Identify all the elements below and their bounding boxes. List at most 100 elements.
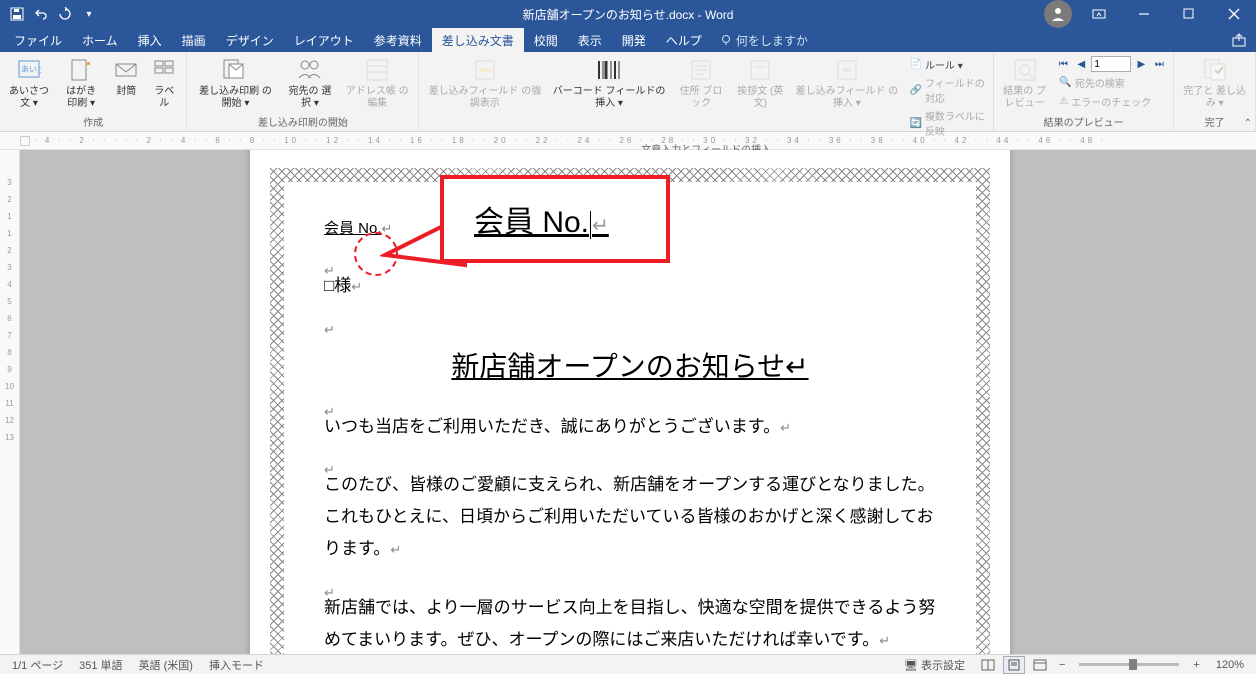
envelope-button[interactable]: 封筒 xyxy=(108,54,144,112)
document-area[interactable]: 32112345678910111213 会員 No.↵ ↵ □様↵ ↵ 新店舗… xyxy=(0,150,1256,654)
preview-icon xyxy=(1011,56,1039,84)
collapse-ribbon-icon[interactable]: ⌃ xyxy=(1244,118,1252,129)
qat-customize-icon[interactable]: ▾ xyxy=(78,3,100,25)
callout-text: 会員 No.↵ xyxy=(474,197,636,241)
status-insert-mode[interactable]: 挿入モード xyxy=(201,657,272,673)
annotation-callout-box: 会員 No.↵ xyxy=(440,175,670,263)
para1[interactable]: いつも当店をご利用いただき、誠にありがとうございます。 xyxy=(324,417,780,436)
status-bar: 1/1 ページ 351 単語 英語 (米国) 挿入モード 🖥 表示設定 − + … xyxy=(0,654,1256,674)
tab-design[interactable]: デザイン xyxy=(216,28,284,52)
print-layout-icon[interactable] xyxy=(1003,656,1025,674)
greeting-line-button: 挨拶文 (英文) xyxy=(732,54,788,139)
group-create-label: 作成 xyxy=(4,112,182,131)
group-finish-label: 完了 xyxy=(1178,112,1251,131)
insert-merge-field-button: 差し込みフィールド の挿入 ▾ xyxy=(790,54,903,139)
prev-record-icon[interactable]: ◀ xyxy=(1073,56,1089,72)
zoom-thumb[interactable] xyxy=(1129,659,1137,670)
web-layout-icon[interactable] xyxy=(1029,656,1051,674)
tab-insert[interactable]: 挿入 xyxy=(128,28,172,52)
tab-home[interactable]: ホーム xyxy=(72,28,128,52)
redo-icon[interactable] xyxy=(54,3,76,25)
para2[interactable]: このたび、皆様のご愛顧に支えられ、新店舗をオープンする運びとなりました。これもひ… xyxy=(324,475,935,559)
ruler-corner xyxy=(20,136,30,146)
title-bar: ▾ 新店舗オープンのお知らせ.docx - Word xyxy=(0,0,1256,28)
recipients-icon xyxy=(296,56,324,84)
tell-me-label: 何をしますか xyxy=(736,32,808,49)
highlight-fields-button: 差し込みフィールド の強調表示 xyxy=(423,54,546,139)
record-navigation: ⏮ ◀ ▶ ⏭ xyxy=(1055,56,1167,72)
envelope-icon xyxy=(112,56,140,84)
annotation-circle xyxy=(354,232,398,276)
tab-layout[interactable]: レイアウト xyxy=(284,28,364,52)
zoom-in-icon[interactable]: + xyxy=(1189,659,1203,671)
barcode-icon xyxy=(595,56,623,84)
share-button[interactable] xyxy=(1222,28,1256,52)
status-language[interactable]: 英語 (米国) xyxy=(131,657,201,673)
tab-view[interactable]: 表示 xyxy=(568,28,612,52)
address-block-button: 住所 ブロック xyxy=(672,54,731,139)
para3[interactable]: 新店舗では、より一層のサービス向上を目指し、快適な空間を提供できるよう努めてまい… xyxy=(324,598,935,649)
label-button[interactable]: ラベル xyxy=(146,54,182,112)
tab-mailings[interactable]: 差し込み文書 xyxy=(432,28,524,52)
tell-me-search[interactable]: 何をしますか xyxy=(720,28,808,52)
start-mail-merge-button[interactable]: 差し込み印刷 の開始 ▾ xyxy=(191,54,279,112)
start-mm-icon xyxy=(221,56,249,84)
first-record-icon[interactable]: ⏮ xyxy=(1055,56,1071,72)
display-icon: 🖥 xyxy=(904,660,918,672)
ribbon-tabs: ファイル ホーム 挿入 描画 デザイン レイアウト 参考資料 差し込み文書 校閲… xyxy=(0,28,1256,52)
read-mode-icon[interactable] xyxy=(977,656,999,674)
match-fields-button: 🔗フィールドの対応 xyxy=(905,74,988,106)
minimize-icon[interactable] xyxy=(1121,0,1166,28)
close-icon[interactable] xyxy=(1211,0,1256,28)
document-heading[interactable]: 新店舗オープンのお知らせ xyxy=(451,351,785,382)
tab-developer[interactable]: 開発 xyxy=(612,28,656,52)
vertical-ruler[interactable]: 32112345678910111213 xyxy=(0,150,20,654)
check-icon: ⚠ xyxy=(1059,96,1068,107)
barcode-field-button[interactable]: バーコード フィールドの挿入 ▾ xyxy=(548,54,669,139)
sama-text[interactable]: □様 xyxy=(324,276,351,295)
group-preview: 結果の プレビュー ⏮ ◀ ▶ ⏭ 🔍宛先の検索 ⚠エラーのチェック 結果のプレ… xyxy=(994,52,1174,131)
edit-recipient-list-button: アドレス帳 の編集 xyxy=(340,54,414,112)
rules-icon: 📄 xyxy=(909,59,921,70)
svg-text:あいさつ: あいさつ xyxy=(21,65,41,74)
lightbulb-icon xyxy=(720,34,732,46)
quick-access-toolbar: ▾ xyxy=(0,3,100,25)
maximize-icon[interactable] xyxy=(1166,0,1211,28)
next-record-icon[interactable]: ▶ xyxy=(1133,56,1149,72)
ribbon: あいさつあいさつ 文 ▾ はがき 印刷 ▾ 封筒 ラベル 作成 差し込み印刷 の… xyxy=(0,52,1256,132)
zoom-slider[interactable] xyxy=(1079,663,1179,666)
update-labels-icon: 🔄 xyxy=(909,118,921,129)
check-errors-button: ⚠エラーのチェック xyxy=(1055,93,1167,110)
address-block-icon xyxy=(687,56,715,84)
tab-help[interactable]: ヘルプ xyxy=(656,28,712,52)
undo-icon[interactable] xyxy=(30,3,52,25)
finish-merge-button: 完了と 差し込み ▾ xyxy=(1178,54,1251,112)
select-recipients-button[interactable]: 宛先の 選択 ▾ xyxy=(282,54,338,112)
preview-results-button: 結果の プレビュー xyxy=(998,54,1051,112)
find-recipient-button: 🔍宛先の検索 xyxy=(1055,74,1167,91)
greeting-line-icon xyxy=(746,56,774,84)
tab-review[interactable]: 校閲 xyxy=(524,28,568,52)
greeting-text-button[interactable]: あいさつあいさつ 文 ▾ xyxy=(4,54,54,112)
record-number-input[interactable] xyxy=(1091,56,1131,72)
edit-list-icon xyxy=(363,56,391,84)
window-controls xyxy=(1044,0,1256,28)
zoom-level[interactable]: 120% xyxy=(1208,659,1252,671)
tab-draw[interactable]: 描画 xyxy=(172,28,216,52)
tab-file[interactable]: ファイル xyxy=(4,28,72,52)
status-words[interactable]: 351 単語 xyxy=(71,657,130,673)
group-start: 差し込み印刷 の開始 ▾ 宛先の 選択 ▾ アドレス帳 の編集 差し込み印刷の開… xyxy=(187,52,419,131)
status-page[interactable]: 1/1 ページ xyxy=(4,657,71,673)
zoom-out-icon[interactable]: − xyxy=(1055,659,1069,671)
ribbon-display-icon[interactable] xyxy=(1076,0,1121,28)
user-avatar[interactable] xyxy=(1044,0,1072,28)
postcard-icon xyxy=(67,56,95,84)
insert-field-icon xyxy=(833,56,861,84)
last-record-icon[interactable]: ⏭ xyxy=(1151,56,1167,72)
hagaki-print-button[interactable]: はがき 印刷 ▾ xyxy=(56,54,106,112)
group-start-label: 差し込み印刷の開始 xyxy=(191,112,414,131)
find-icon: 🔍 xyxy=(1059,77,1071,88)
display-settings[interactable]: 🖥 表示設定 xyxy=(896,657,973,673)
tab-references[interactable]: 参考資料 xyxy=(364,28,432,52)
save-icon[interactable] xyxy=(6,3,28,25)
